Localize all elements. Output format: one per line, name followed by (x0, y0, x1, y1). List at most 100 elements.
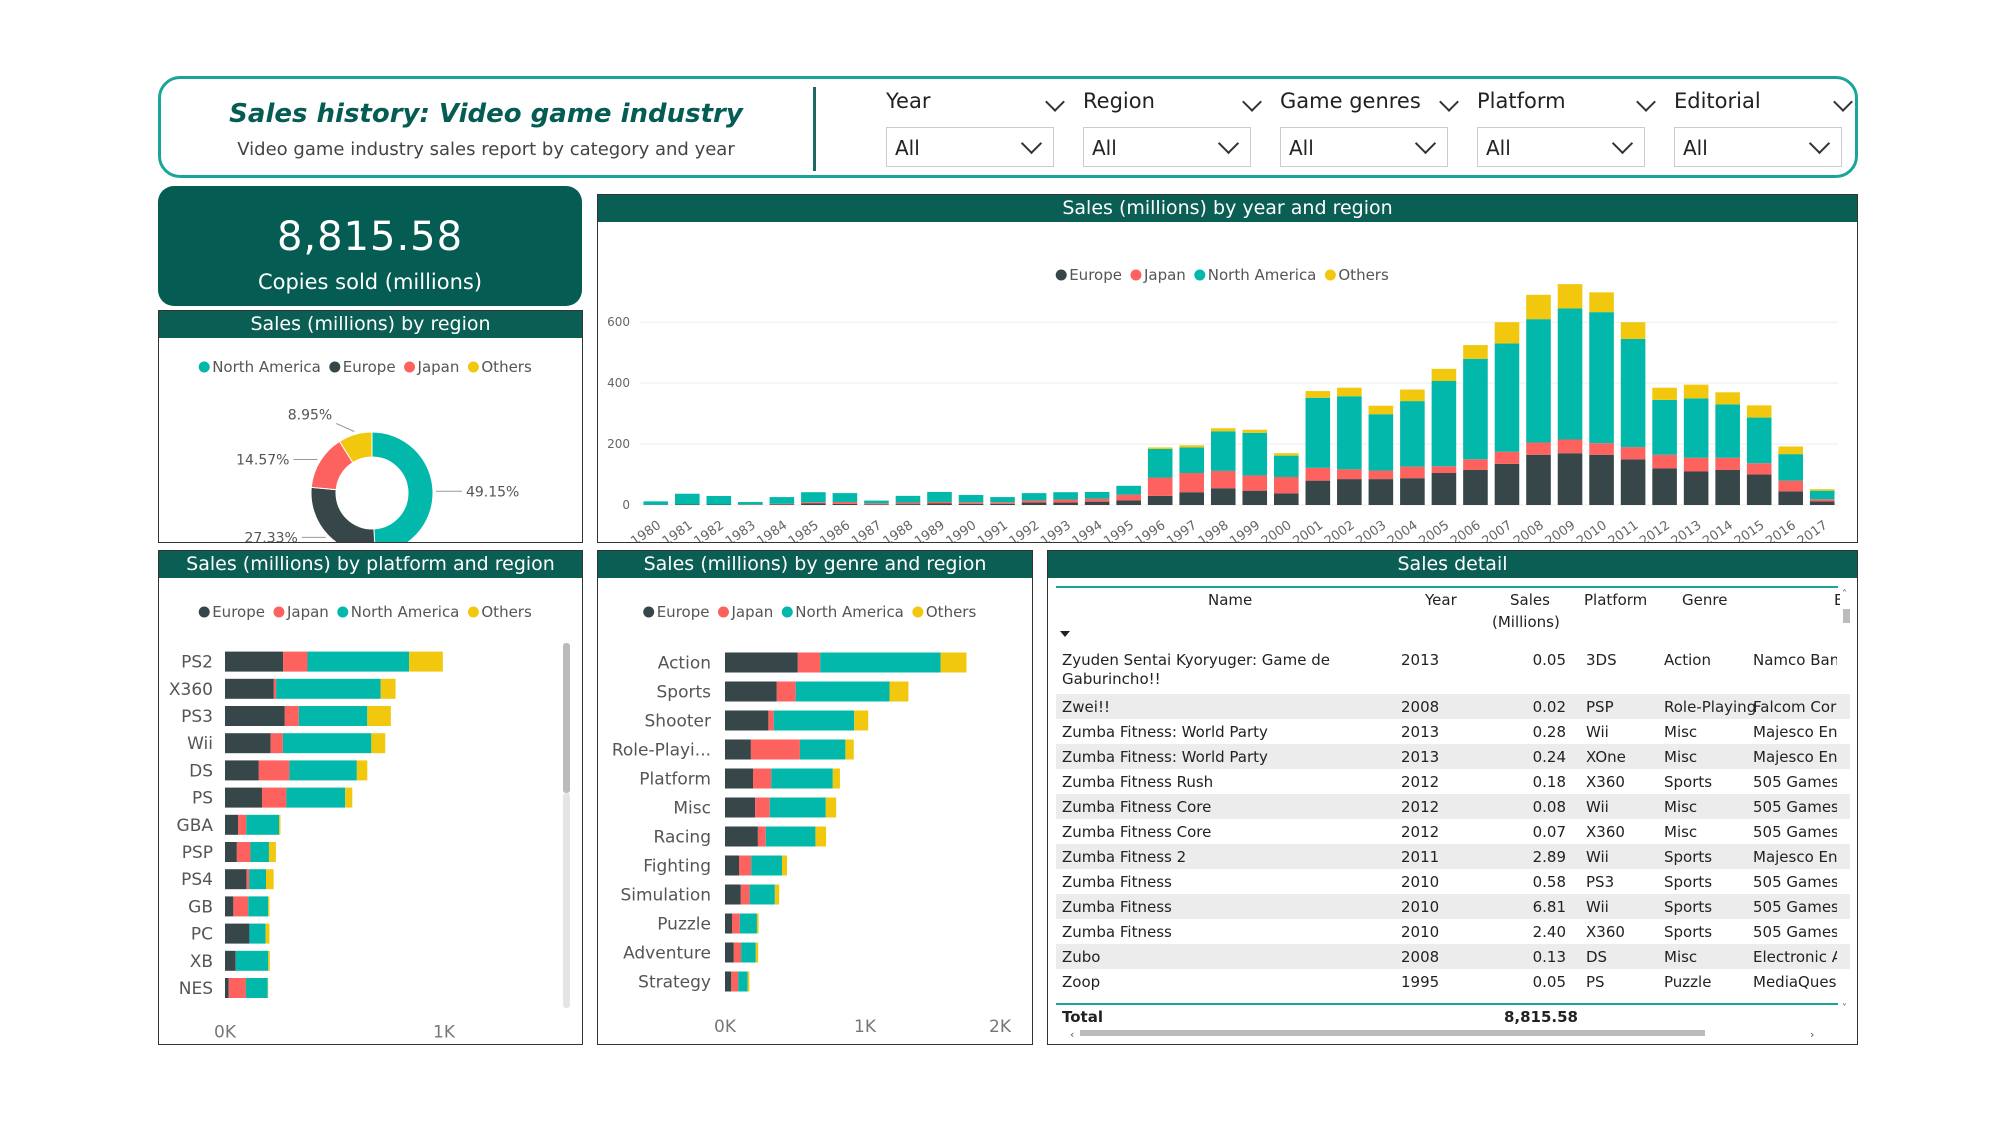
bar-puzzle-north-america (739, 913, 757, 934)
column-header-platform[interactable]: Platform (1584, 591, 1647, 609)
filter-editorial-dropdown[interactable]: All (1674, 127, 1842, 167)
bar-adventure-others (755, 942, 759, 963)
vertical-scroll-thumb[interactable] (1843, 609, 1850, 623)
chevron-down-icon[interactable] (1045, 92, 1065, 112)
bar-2005-others (1431, 368, 1457, 382)
x-tick-label-2017: 2017 (1795, 518, 1831, 542)
chevron-down-icon[interactable] (1242, 92, 1262, 112)
x-tick-label-1984: 1984 (754, 518, 790, 542)
table-row[interactable]: Zumba Fitness 2 2011 2.89 Wii Sports Majesco … (1056, 844, 1850, 869)
bar-adventure-europe (725, 942, 734, 963)
filter-region: Region All (1083, 85, 1273, 169)
y-tick-label: 600 (607, 315, 630, 329)
scroll-up-icon[interactable]: ˄ (1842, 589, 1847, 600)
scroll-down-icon[interactable]: ˅ (1842, 1003, 1847, 1014)
horizontal-scroll-thumb[interactable] (1080, 1030, 1705, 1036)
bar-1997-europe (1179, 492, 1205, 505)
bar-1981-europe (674, 504, 700, 505)
bar-strategy-north-america (738, 971, 748, 992)
table-row[interactable]: Zumba Fitness 2010 2.40 X360 Sports 505 Games (1056, 919, 1850, 944)
bar-2007-japan (1494, 451, 1520, 464)
legend-marker-north-america (337, 606, 349, 618)
bar-1980-north-america (643, 501, 669, 505)
bar-2017-europe (1809, 501, 1835, 505)
bar-2015-others (1746, 405, 1772, 418)
cell-name: Zumba Fitness (1062, 923, 1172, 941)
bar-2006-europe (1463, 469, 1488, 505)
bar-2002-europe (1337, 479, 1362, 505)
cell-platform: 3DS (1586, 651, 1617, 669)
table-row[interactable]: Zumba Fitness Core 2012 0.08 Wii Misc 505 Gam… (1056, 794, 1850, 819)
x-tick-label-1988: 1988 (881, 518, 917, 542)
bar-2013-north-america (1683, 398, 1709, 458)
bar-2009-japan (1557, 439, 1583, 454)
chevron-down-icon[interactable] (1833, 92, 1853, 112)
bar-ps4-others (265, 869, 274, 890)
bar-2010-europe (1589, 454, 1614, 505)
cell-editorial: Majesco En (1753, 848, 1837, 866)
table-row[interactable]: Zumba Fitness: World Party 2013 0.28 Wii Mis… (1056, 719, 1850, 744)
chevron-down-icon[interactable] (1636, 92, 1656, 112)
legend-marker-japan (1130, 269, 1142, 281)
filter-region-dropdown[interactable]: All (1083, 127, 1251, 167)
column-header-sales[interactable]: Sales (1510, 591, 1550, 609)
legend-marker-europe (329, 361, 341, 373)
x-tick-label-1986: 1986 (818, 518, 854, 542)
x-tick-label-2003: 2003 (1353, 518, 1389, 542)
cell-platform: Wii (1586, 723, 1609, 741)
cell-editorial: Electronic A (1753, 948, 1837, 966)
table-row[interactable]: Zyuden Sentai Kyoryuger: Game de 2013 0.05… (1056, 647, 1850, 691)
scroll-right-icon[interactable]: › (1810, 1028, 1814, 1041)
x-tick-label: 0K (714, 1017, 737, 1037)
cell-genre: Sports (1664, 923, 1713, 941)
horizontal-scrollbar[interactable]: ‹ › (1070, 1026, 1845, 1041)
bar-2007-north-america (1494, 343, 1520, 452)
bar-2009-north-america (1557, 308, 1583, 440)
cell-name: Zumba Fitness Rush (1062, 773, 1214, 791)
bar-ds-europe (225, 760, 259, 781)
filter-game-genres-dropdown[interactable]: All (1280, 127, 1448, 167)
chevron-down-icon (1414, 132, 1437, 155)
column-header-year[interactable]: Year (1425, 591, 1457, 609)
category-label-fighting: Fighting (643, 857, 711, 877)
filter-game-genres-label: Game genres (1280, 89, 1421, 113)
cell-sales: 0.58 (1532, 873, 1566, 891)
x-tick-label: 0K (214, 1023, 237, 1043)
bar-1996-north-america (1147, 448, 1173, 478)
cell-genre: Sports (1664, 898, 1713, 916)
bar-2011-others (1620, 322, 1646, 339)
cell-sales: 0.05 (1532, 651, 1566, 669)
chevron-down-icon[interactable] (1439, 92, 1459, 112)
table-row[interactable]: Zubo 2008 0.13 DS Misc Electronic A (1056, 944, 1850, 969)
x-tick-label-1994: 1994 (1070, 518, 1106, 542)
bar-2015-europe (1746, 474, 1772, 505)
bar-gba-europe (225, 814, 239, 835)
category-label-shooter: Shooter (645, 712, 711, 732)
filter-platform-dropdown[interactable]: All (1477, 127, 1645, 167)
page-title: Sales history: Video game industry (229, 99, 743, 129)
bar-misc-others (825, 797, 837, 818)
bar-2008-japan (1526, 442, 1551, 455)
filter-year-dropdown[interactable]: All (886, 127, 1054, 167)
x-tick-label-1993: 1993 (1038, 518, 1074, 542)
x-tick-label-1980: 1980 (628, 518, 664, 542)
bar-2000-north-america (1273, 455, 1299, 477)
table-row[interactable]: Zumba Fitness Core 2012 0.07 X360 Misc 505 Ga… (1056, 819, 1850, 844)
sort-descending-icon[interactable] (1060, 631, 1070, 637)
table-row[interactable]: Zumba Fitness Rush 2012 0.18 X360 Sports 505 … (1056, 769, 1850, 794)
table-row[interactable]: Zumba Fitness 2010 6.81 Wii Sports 505 Games (1056, 894, 1850, 919)
cell-year: 2012 (1401, 773, 1440, 791)
table-row[interactable]: Zumba Fitness 2010 0.58 PS3 Sports 505 Games (1056, 869, 1850, 894)
category-label-gb: GB (188, 897, 213, 917)
table-row[interactable]: Zumba Fitness: World Party 2013 0.24 XOne Mi… (1056, 744, 1850, 769)
vertical-scrollbar[interactable]: ˄ ˅ (1840, 589, 1852, 1019)
scroll-left-icon[interactable]: ‹ (1070, 1028, 1074, 1041)
bar-2003-north-america (1368, 414, 1394, 471)
column-header-genre[interactable]: Genre (1682, 591, 1727, 609)
table-row[interactable]: Zwei!! 2008 0.02 PSP Role-Playing Falcom Cor (1056, 694, 1850, 719)
category-label-ps4: PS4 (181, 870, 213, 890)
legend-marker-others (1324, 269, 1336, 281)
table-row[interactable]: Zoop 1995 0.05 PS Puzzle MediaQues (1056, 969, 1850, 994)
column-header-name[interactable]: Name (1208, 591, 1252, 609)
cell-name: Zubo (1062, 948, 1101, 966)
